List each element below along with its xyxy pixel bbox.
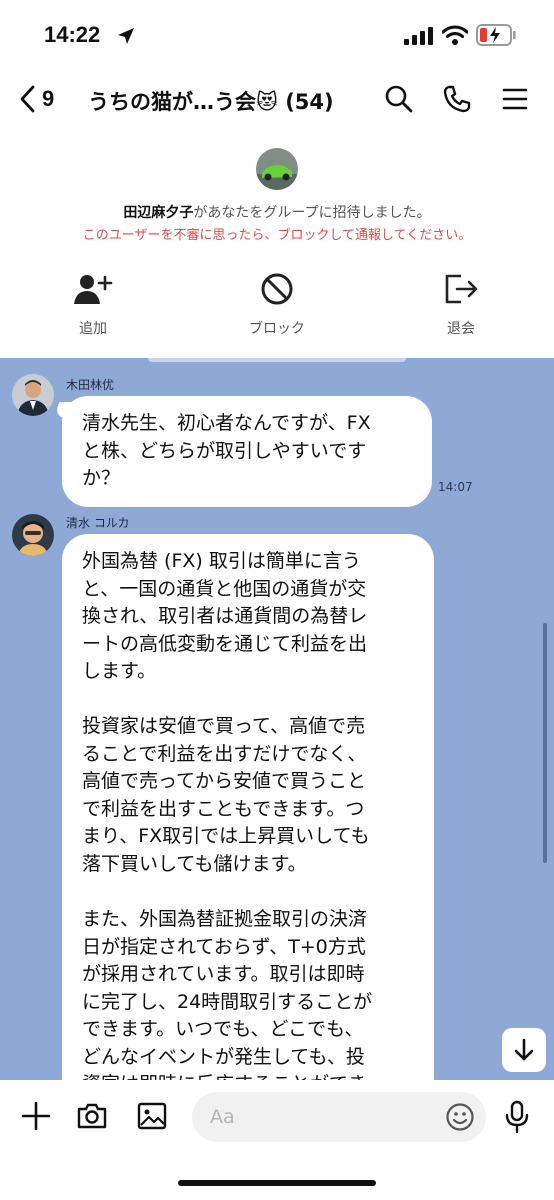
menu-icon[interactable] [500,84,530,114]
search-icon[interactable] [384,84,414,114]
add-friend-icon [74,275,113,304]
status-bar: 14:22 [0,0,554,70]
chevron-left-icon [20,85,35,113]
block-icon [261,273,293,305]
block-button[interactable]: ブロック [232,272,322,338]
message-bubble[interactable]: 外国為替 (FX) 取引は簡単に言う と、一国の通貨と他国の通貨が交 換され、取… [62,534,434,1080]
image-icon[interactable] [136,1100,168,1132]
message-bubble[interactable]: 清水先生、初心者なんですが、FX と株、どちらが取引しやすいです か？ [62,396,432,507]
home-indicator[interactable] [178,1180,376,1186]
chat-message-area[interactable]: 木田林优 清水先生、初心者なんですが、FX と株、どちらが取引しやすいです か？… [0,358,554,1080]
cellular-signal-icon [404,27,433,45]
location-arrow-icon [118,28,134,44]
message-time: 14:07 [438,480,473,494]
phone-icon[interactable] [442,84,472,114]
invite-message: があなたをグループに招待しました。 [193,205,431,221]
sender-avatar[interactable] [12,374,54,416]
block-warning: このユーザーを不審に思ったら、ブロックして通報してください。 [82,228,472,243]
group-invite-panel: 田辺麻夕子があなたをグループに招待しました。 このユーザーを不審に思ったら、ブロ… [0,130,554,358]
leave-group-button[interactable]: 退会 [416,272,506,338]
leave-icon [445,274,478,304]
inviter-name[interactable]: 田辺麻夕子 [123,205,193,221]
microphone-icon[interactable] [502,1100,532,1134]
sender-name: 清水 コルカ [66,516,130,530]
previous-message-edge [148,358,406,362]
add-friend-label: 追加 [79,321,107,337]
back-button[interactable]: 9 [18,84,54,114]
scroll-to-bottom-button[interactable] [502,1028,546,1072]
scrollbar[interactable] [543,623,547,863]
add-friend-button[interactable]: 追加 [48,272,138,338]
arrow-down-icon [514,1038,534,1061]
status-time: 14:22 [44,22,101,47]
block-label: ブロック [249,321,305,337]
plus-icon[interactable] [20,1100,52,1132]
inviter-avatar [256,148,298,190]
camera-icon[interactable] [76,1100,108,1132]
message-input[interactable] [192,1092,486,1142]
sender-name: 木田林优 [66,378,115,392]
chat-title[interactable]: うちの猫が…う会😻 (54) [88,86,334,116]
sender-avatar[interactable] [12,514,54,556]
emoji-icon[interactable] [445,1102,475,1132]
unread-count: 9 [42,86,55,111]
invite-notice: 田辺麻夕子があなたをグループに招待しました。 [0,202,554,222]
chat-header: 9 うちの猫が…う会😻 (54) [0,70,554,130]
wifi-icon [442,25,468,45]
leave-label: 退会 [447,321,475,337]
battery-icon [476,24,516,46]
